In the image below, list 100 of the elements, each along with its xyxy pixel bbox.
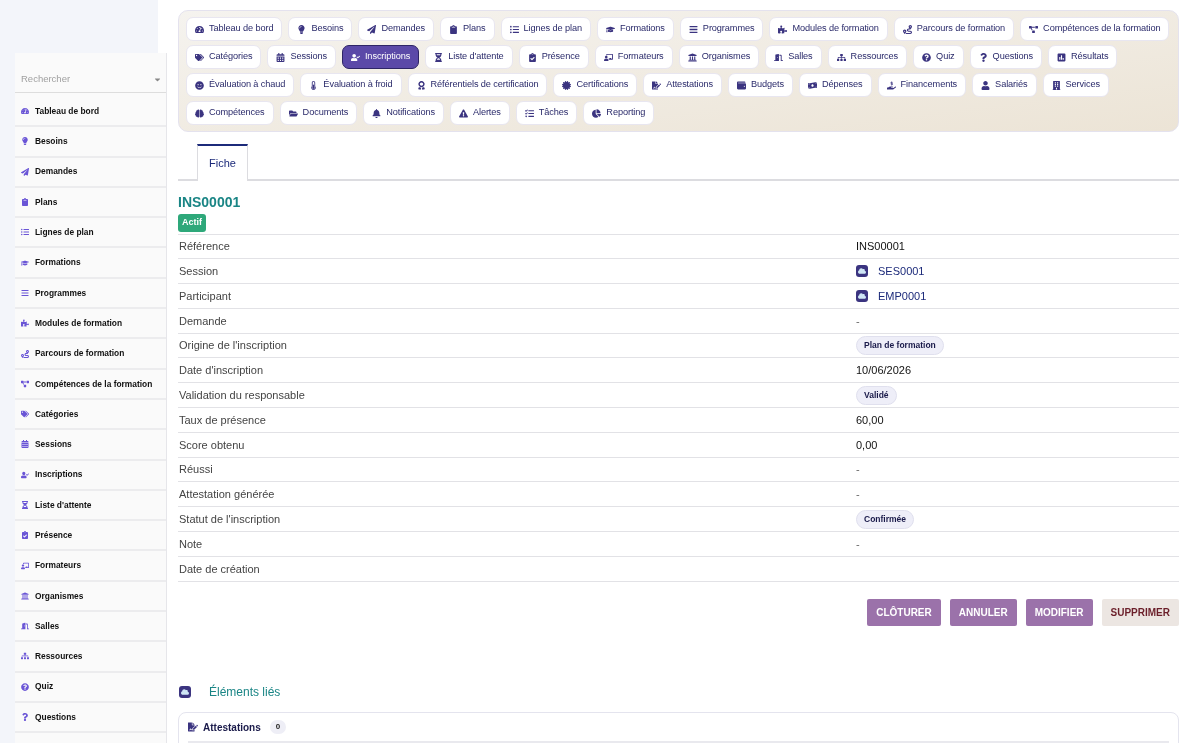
nav-button[interactable]: Organismes [678, 45, 760, 69]
sidebar-item[interactable]: Questions [15, 702, 166, 734]
nav-button[interactable]: Attestations [643, 73, 722, 97]
tab[interactable]: Fiche [197, 144, 248, 181]
search-field[interactable]: Rechercher [15, 67, 166, 93]
nav-button[interactable]: Plans [440, 17, 495, 41]
field-value: - [856, 313, 860, 329]
action-button[interactable]: MODIFIER [1025, 598, 1093, 626]
search-input[interactable]: Rechercher [21, 72, 153, 87]
nav-button[interactable]: Questions [969, 45, 1043, 69]
route-icon [21, 349, 29, 358]
action-button[interactable]: ANNULER [949, 598, 1017, 626]
bar-chart-icon [1057, 52, 1067, 62]
action-button[interactable]: CLÔTURER [867, 598, 941, 626]
cloud-icon [856, 290, 868, 302]
nav-button[interactable]: Quiz [913, 45, 964, 69]
sidebar-item[interactable]: Quiz [15, 672, 166, 703]
nav-button[interactable]: Reporting [583, 101, 655, 125]
nav-button[interactable]: Sessions [267, 45, 336, 69]
nav-button[interactable]: Documents [279, 101, 358, 125]
record-link[interactable]: EMP0001 [878, 287, 927, 305]
sidebar-item[interactable]: Formations [15, 248, 166, 279]
nav-button[interactable]: Formateurs [594, 45, 673, 69]
sidebar-item[interactable]: Demandes [15, 157, 166, 188]
sidebar-item[interactable]: Salles [15, 612, 166, 643]
sidebar-item[interactable]: Organismes [15, 581, 166, 613]
value-badge: Validé [856, 385, 897, 405]
folder-icon [288, 108, 298, 118]
list-icon [21, 228, 29, 237]
smile-icon [195, 80, 204, 90]
nav-button[interactable]: Inscriptions [341, 45, 420, 69]
nav-button[interactable]: Services [1042, 73, 1109, 97]
nav-button[interactable]: Tableau de bord [186, 17, 283, 41]
nav-button[interactable]: Alertes [449, 101, 510, 125]
sidebar-item[interactable]: Inscriptions [15, 460, 166, 491]
calendar-icon [276, 52, 286, 62]
hierarchy-icon [21, 652, 29, 661]
clipboard-icon [21, 198, 29, 207]
sidebar-item[interactable]: Catégories [15, 399, 166, 431]
paper-plane-icon [367, 24, 377, 34]
sidebar-item[interactable]: Sessions [15, 430, 166, 461]
section-title: Éléments liés [209, 683, 281, 701]
nav-button[interactable]: Besoins [288, 17, 353, 41]
sidebar-item[interactable]: Besoins [15, 127, 166, 158]
nav-button[interactable]: Liste d'attente [425, 45, 513, 69]
nav-button[interactable]: Évaluation à chaud [186, 73, 295, 97]
building-columns-icon [21, 591, 29, 600]
paper-plane-icon [21, 167, 29, 176]
sidebar-item[interactable]: Liste d'attente [15, 490, 166, 522]
nav-button[interactable]: Formations [596, 17, 674, 41]
sidebar-item[interactable]: Ressources [15, 642, 166, 673]
nav-button[interactable]: Compétences [186, 101, 274, 125]
sidebar-item[interactable]: Lignes de plan [15, 218, 166, 249]
sidebar-item[interactable]: Parcours de formation [15, 339, 166, 370]
nav-button[interactable]: Certifications [553, 73, 638, 97]
nav-button[interactable]: Ressources [827, 45, 908, 69]
sidebar-item[interactable]: Programmes [15, 278, 166, 310]
sidebar-item[interactable]: Compétences de la formation [15, 369, 166, 400]
nav-button[interactable]: Dépenses [799, 73, 872, 97]
hourglass-icon [21, 501, 29, 509]
tasks-icon [524, 108, 534, 118]
signed-file-icon [188, 722, 198, 733]
nav-button[interactable]: Tâches [515, 101, 578, 125]
nav-button[interactable]: Parcours de formation [893, 17, 1015, 41]
clipboard-check-icon [21, 531, 29, 540]
sidebar-item[interactable]: Formateurs [15, 551, 166, 582]
thermometer-icon [309, 80, 319, 90]
nav-button[interactable]: Lignes de plan [500, 17, 591, 41]
award-icon [416, 80, 426, 90]
record-title: INS00001 [178, 194, 242, 210]
nav-button[interactable]: Compétences de la formation [1020, 17, 1170, 41]
brain-icon [195, 108, 204, 118]
nav-button[interactable]: Budgets [728, 73, 793, 97]
nav-button[interactable]: Salles [765, 45, 822, 69]
record-link[interactable]: SES0001 [878, 262, 925, 280]
field-value: - [856, 536, 860, 552]
nav-button[interactable]: Financements [877, 73, 967, 97]
sidebar-item[interactable]: Présence [15, 521, 166, 552]
clipboard-icon [449, 24, 459, 34]
field-value: - [856, 487, 860, 503]
nav-button[interactable]: Présence [518, 45, 589, 69]
nav-button[interactable]: Modules de formation [769, 17, 888, 41]
count-badge: 0 [269, 720, 287, 735]
action-button[interactable]: SUPPRIMER [1101, 598, 1179, 626]
field-label: Demande [178, 313, 228, 329]
lightbulb-icon [21, 137, 29, 146]
value-badge: Confirmée [856, 509, 915, 529]
sidebar-item[interactable]: Modules de formation [15, 309, 166, 340]
nav-button[interactable]: Résultats [1048, 45, 1118, 69]
user-check-icon [350, 52, 360, 62]
nav-button[interactable]: Évaluation à froid [300, 73, 402, 97]
nav-button[interactable]: Notifications [363, 101, 444, 125]
nav-button[interactable]: Catégories [186, 45, 262, 69]
certificate-icon [562, 80, 572, 90]
nav-button[interactable]: Référentiels de certification [407, 73, 548, 97]
sidebar-item[interactable]: Tableau de bord [15, 97, 166, 128]
sidebar-item[interactable]: Plans [15, 187, 166, 219]
nav-button[interactable]: Salariés [972, 73, 1037, 97]
nav-button[interactable]: Demandes [358, 17, 435, 41]
nav-button[interactable]: Programmes [679, 17, 764, 41]
